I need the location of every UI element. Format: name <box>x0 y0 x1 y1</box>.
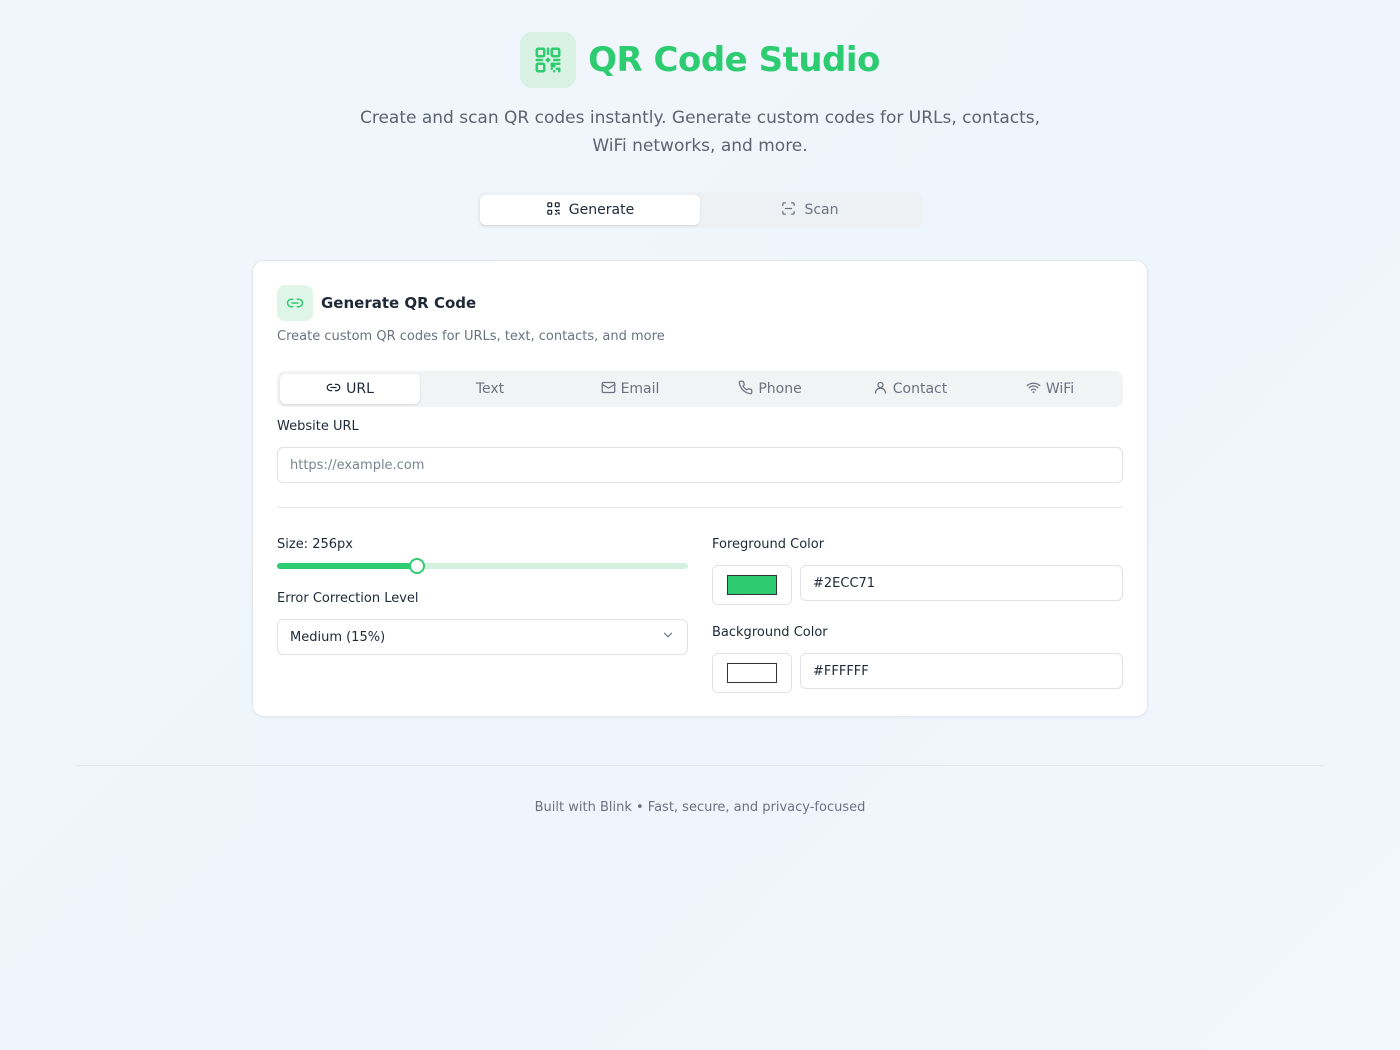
foreground-color-swatch <box>727 575 777 595</box>
size-slider[interactable] <box>277 558 688 574</box>
tab-wifi[interactable]: WiFi <box>980 374 1120 404</box>
tab-generate[interactable]: Generate <box>480 195 700 225</box>
tab-phone[interactable]: Phone <box>700 374 840 404</box>
foreground-color-picker[interactable] <box>712 565 792 605</box>
wifi-icon <box>1026 380 1041 399</box>
phone-icon <box>738 380 753 399</box>
size-label: Size: 256px <box>277 537 353 552</box>
card-title: Generate QR Code <box>321 294 477 312</box>
tab-generate-label: Generate <box>568 202 635 218</box>
tab-email-label: Email <box>620 381 660 397</box>
link-icon <box>326 380 341 399</box>
size-slider-fill <box>277 563 417 569</box>
section-divider <box>277 507 1123 508</box>
main-tabs: Generate Scan <box>477 192 923 228</box>
background-color-label: Background Color <box>712 625 828 640</box>
background-color-input[interactable] <box>800 653 1123 689</box>
app-header: QR Code Studio <box>0 32 1400 88</box>
link-icon <box>277 285 313 321</box>
tab-scan-label: Scan <box>804 202 839 218</box>
app-subtitle: Create and scan QR codes instantly. Gene… <box>359 108 1041 156</box>
tab-text[interactable]: Text <box>420 374 560 404</box>
error-correction-select[interactable]: Medium (15%) <box>277 619 688 655</box>
tab-email[interactable]: Email <box>560 374 700 404</box>
tab-wifi-label: WiFi <box>1045 381 1075 397</box>
page: QR Code Studio Create and scan QR codes … <box>0 0 1400 1050</box>
qr-type-tabs: URL Text Email Phone Contact WiFi <box>277 371 1123 407</box>
foreground-color-input[interactable] <box>800 565 1123 601</box>
scan-icon <box>781 201 796 220</box>
tab-text-label: Text <box>475 381 505 397</box>
foreground-color-label: Foreground Color <box>712 537 825 552</box>
footer-text: Built with Blink • Fast, secure, and pri… <box>534 800 866 815</box>
tab-phone-label: Phone <box>758 381 802 397</box>
tab-url-label: URL <box>346 381 374 397</box>
qr-code-icon <box>520 32 577 88</box>
footer-divider <box>76 765 1324 766</box>
website-url-label: Website URL <box>277 419 359 434</box>
website-url-input[interactable] <box>277 447 1123 483</box>
qr-code-icon <box>546 201 561 220</box>
error-correction-value: Medium (15%) <box>290 629 386 645</box>
tab-contact[interactable]: Contact <box>840 374 980 404</box>
user-icon <box>873 380 888 399</box>
tab-contact-label: Contact <box>892 381 948 397</box>
tab-url[interactable]: URL <box>280 374 420 404</box>
card-description: Create custom QR codes for URLs, text, c… <box>277 329 665 344</box>
error-correction-label: Error Correction Level <box>277 591 419 606</box>
chevron-down-icon <box>661 628 675 646</box>
card-header: Generate QR Code <box>277 285 476 321</box>
background-color-swatch <box>727 663 777 683</box>
tab-scan[interactable]: Scan <box>700 195 920 225</box>
size-slider-thumb[interactable] <box>408 558 425 574</box>
app-title: QR Code Studio <box>588 40 880 80</box>
generate-card: Generate QR Code Create custom QR codes … <box>252 260 1148 717</box>
mail-icon <box>601 380 616 399</box>
background-color-picker[interactable] <box>712 653 792 693</box>
